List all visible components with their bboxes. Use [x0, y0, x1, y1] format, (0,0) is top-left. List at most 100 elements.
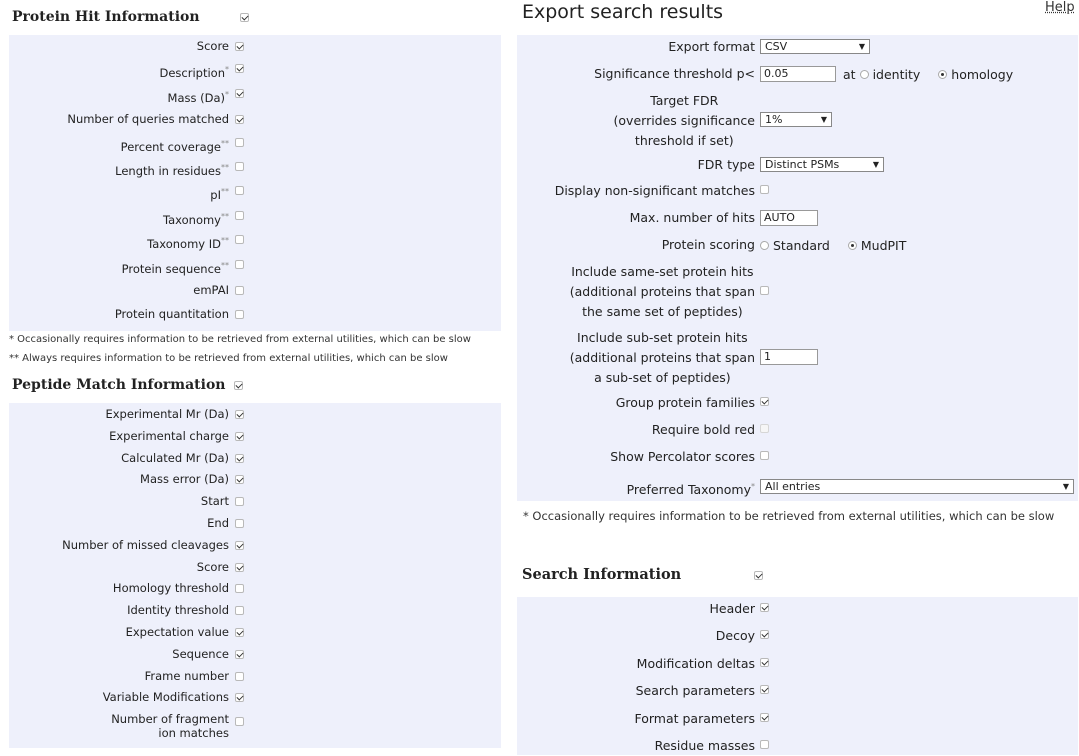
- identity-label: identity: [872, 66, 921, 82]
- option-checkbox-number-of-queries-matched[interactable]: [235, 115, 244, 125]
- homology-radio[interactable]: [938, 69, 948, 79]
- display-nonsig-label: Display non-significant matches: [554, 183, 755, 198]
- option-checkbox-variable-modifications[interactable]: [235, 693, 244, 703]
- same-set-checkbox[interactable]: [760, 286, 769, 295]
- significance-input[interactable]: 0.05: [760, 66, 836, 82]
- option-checkbox-score[interactable]: [235, 562, 244, 572]
- option-checkbox-calculated-mr-da[interactable]: [235, 453, 244, 463]
- option-label-text: Score: [196, 39, 229, 53]
- pref-tax-select[interactable]: All entries ▼: [760, 479, 1074, 494]
- chevron-down-icon: ▼: [1062, 482, 1069, 491]
- footnote-mark: **: [221, 236, 229, 246]
- footnote-mark: **: [221, 211, 229, 221]
- option-label: Taxonomy**: [163, 210, 229, 227]
- search-checkbox-residue-masses[interactable]: [760, 740, 769, 749]
- footnote-mark: *: [225, 89, 229, 99]
- search-checkbox-search-parameters[interactable]: [760, 685, 769, 695]
- export-format-select[interactable]: CSV ▼: [760, 39, 870, 54]
- search-checkbox-header[interactable]: [760, 603, 769, 612]
- display-nonsig-checkbox[interactable]: [760, 185, 769, 194]
- option-checkbox-protein-quantitation[interactable]: [235, 310, 244, 320]
- footnote-mark: **: [221, 260, 229, 270]
- footnote-mark: **: [221, 163, 229, 172]
- option-checkbox-empai[interactable]: [235, 286, 244, 295]
- option-checkbox-mass-error-da[interactable]: [235, 475, 244, 485]
- protein-scoring-label: Protein scoring: [661, 237, 755, 252]
- search-info-header: Search Information: [522, 566, 764, 583]
- target-fdr-label: Target FDR (overrides significance thres…: [613, 93, 755, 148]
- protein-hit-title: Protein Hit Information: [12, 9, 200, 25]
- option-checkbox-homology-threshold[interactable]: [235, 584, 244, 594]
- percolator-checkbox[interactable]: [760, 451, 769, 460]
- option-label: Description*: [160, 63, 230, 80]
- option-checkbox-score[interactable]: [235, 42, 244, 51]
- option-label-text: Number of missed cleavages: [62, 537, 229, 552]
- search-checkbox-format-parameters[interactable]: [760, 712, 769, 722]
- chevron-down-icon: ▼: [820, 115, 827, 124]
- standard-radio[interactable]: [760, 241, 769, 250]
- identity-radio[interactable]: [859, 69, 869, 79]
- option-checkbox-experimental-mr-da[interactable]: [235, 410, 244, 419]
- option-label-text: Homology threshold: [112, 581, 229, 596]
- search-checkbox-modification-deltas[interactable]: [760, 657, 769, 667]
- option-checkbox-end[interactable]: [235, 519, 244, 528]
- option-label: Protein quantitation: [115, 307, 229, 321]
- option-label: Number of fragment ion matches: [111, 712, 229, 740]
- pref-tax-mark: *: [751, 482, 755, 491]
- option-checkbox-number-of-missed-cleavages[interactable]: [235, 540, 244, 550]
- mudpit-radio[interactable]: [847, 241, 857, 250]
- export-options: Export format CSV ▼ Significance thresho…: [517, 35, 1078, 501]
- footnote-mark: *: [225, 65, 229, 75]
- search-info-checkbox[interactable]: [754, 570, 764, 580]
- target-fdr-select[interactable]: 1% ▼: [760, 112, 832, 127]
- help-link[interactable]: Help: [1045, 0, 1075, 15]
- option-checkbox-sequence[interactable]: [235, 649, 244, 659]
- option-label-text: Mass error (Da): [140, 472, 229, 487]
- option-label: Variable Modifications: [103, 690, 229, 704]
- option-checkbox-identity-threshold[interactable]: [235, 606, 244, 616]
- search-info-title: Search Information: [522, 566, 682, 583]
- option-checkbox-start[interactable]: [235, 497, 244, 507]
- option-checkbox-frame-number[interactable]: [235, 671, 244, 681]
- option-label: Score: [197, 560, 229, 574]
- note-always: ** Always requires information to be ret…: [9, 353, 448, 364]
- bold-red-checkbox[interactable]: [760, 424, 769, 433]
- export-format-value: CSV: [765, 40, 788, 53]
- option-checkbox-mass-da[interactable]: [235, 88, 244, 98]
- pref-tax-value: All entries: [765, 480, 821, 493]
- option-checkbox-taxonomy-id[interactable]: [235, 235, 244, 245]
- option-label-text: Expectation value: [125, 625, 229, 639]
- chevron-down-icon: ▼: [858, 42, 865, 51]
- option-checkbox-pi[interactable]: [235, 186, 244, 196]
- protein-hit-header: Protein Hit Information: [12, 9, 250, 25]
- option-label: Score: [197, 39, 229, 53]
- option-checkbox-protein-sequence[interactable]: [235, 259, 244, 269]
- peptide-match-options: Experimental Mr (Da) Experimental charge C…: [9, 403, 501, 748]
- search-row-label: Format parameters: [634, 710, 755, 726]
- option-label-text: End: [207, 516, 229, 530]
- group-families-checkbox[interactable]: [760, 397, 769, 406]
- option-label-text: Number of queries matched: [67, 112, 229, 127]
- option-label-text: Experimental Mr (Da): [105, 407, 229, 421]
- protein-hit-checkbox[interactable]: [240, 12, 250, 22]
- option-checkbox-number-of-fragment-ion-matches[interactable]: [235, 717, 244, 727]
- group-families-label: Group protein families: [615, 395, 755, 410]
- option-label: Start: [201, 494, 229, 508]
- option-checkbox-length-in-residues[interactable]: [235, 162, 244, 171]
- option-checkbox-taxonomy[interactable]: [235, 210, 244, 220]
- option-checkbox-expectation-value[interactable]: [235, 628, 244, 637]
- sub-set-input[interactable]: 1: [760, 349, 818, 365]
- fdr-type-select[interactable]: Distinct PSMs ▼: [760, 157, 884, 172]
- option-checkbox-percent-coverage[interactable]: [235, 137, 244, 147]
- max-hits-input[interactable]: AUTO: [760, 210, 818, 226]
- search-checkbox-decoy[interactable]: [760, 630, 769, 640]
- option-checkbox-description[interactable]: [235, 64, 244, 74]
- option-label: Taxonomy ID**: [147, 234, 229, 251]
- option-label: Protein sequence**: [122, 259, 229, 276]
- peptide-match-checkbox[interactable]: [234, 380, 244, 390]
- option-label-text: Frame number: [144, 668, 229, 683]
- option-checkbox-experimental-charge[interactable]: [235, 431, 244, 441]
- search-row-label: Search parameters: [635, 683, 755, 699]
- chevron-down-icon: ▼: [872, 160, 879, 169]
- option-label: Length in residues**: [115, 161, 229, 178]
